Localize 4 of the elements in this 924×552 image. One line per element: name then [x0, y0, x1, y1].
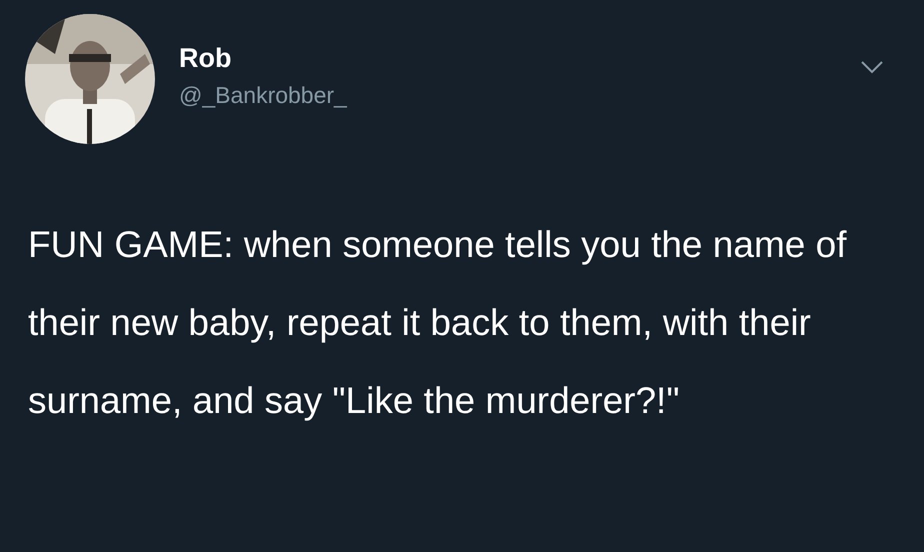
- chevron-down-icon[interactable]: [860, 60, 884, 74]
- tweet-text: FUN GAME: when someone tells you the name of their new baby, repeat it back to them, with their surname, and say "Like the murderer?!": [28, 223, 848, 423]
- user-handle: @_Bankrobber_: [179, 82, 348, 109]
- user-name: Rob: [179, 43, 232, 74]
